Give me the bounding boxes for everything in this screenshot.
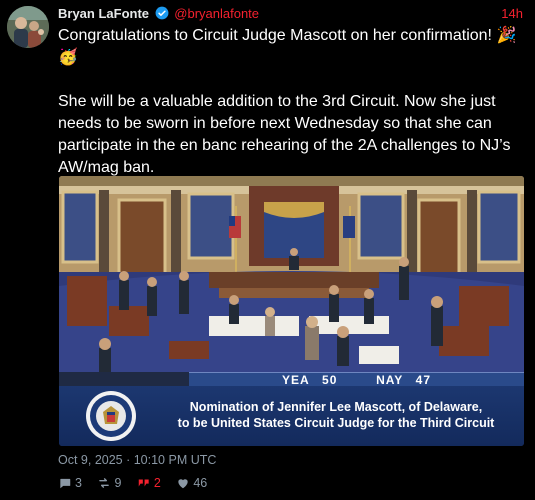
post-timestamp[interactable]: Oct 9, 2025 · 10:10 PM UTC — [58, 453, 216, 467]
avatar-photo — [7, 6, 49, 48]
author-name[interactable]: Bryan LaFonte — [58, 6, 149, 21]
post-text-line2: She will be a valuable addition to the 3… — [58, 93, 511, 176]
reply-button[interactable]: 3 — [58, 474, 82, 492]
quote-button[interactable]: 2 — [137, 474, 161, 492]
post-age[interactable]: 14h — [501, 5, 523, 23]
nomination-caption: Nomination of Jennifer Lee Mascott, of D… — [59, 386, 524, 446]
post-text-line1: Congratulations to Circuit Judge Mascott… — [58, 27, 517, 66]
quote-count: 2 — [153, 476, 161, 490]
post-text: Congratulations to Circuit Judge Mascott… — [58, 25, 526, 179]
senate-chamber-scene — [59, 176, 524, 372]
caption-line2: to be United States Circuit Judge for th… — [177, 416, 495, 430]
us-senate-seal-icon — [85, 390, 137, 442]
vote-tally: YEA 50 NAY 47 — [189, 372, 524, 387]
reply-icon — [60, 478, 71, 489]
caption-line1: Nomination of Jennifer Lee Mascott, of D… — [189, 400, 483, 414]
avatar[interactable] — [7, 6, 49, 48]
repost-button[interactable]: 9 — [97, 474, 121, 492]
like-button[interactable]: 46 — [176, 474, 207, 492]
like-count: 46 — [193, 476, 208, 490]
heart-icon — [178, 479, 188, 489]
yea-label: YEA — [281, 373, 310, 387]
media-image[interactable]: YEA 50 NAY 47 Nomination of Jennifer Lee… — [59, 176, 524, 446]
quote-icon — [138, 479, 149, 487]
post-header: Bryan LaFonte @bryanlafonte 14h — [58, 5, 523, 23]
verified-badge-icon — [155, 6, 169, 20]
vote-lower-third: YEA 50 NAY 47 Nomination of Jennifer Lee… — [59, 372, 524, 446]
action-bar: 3 9 2 46 — [58, 474, 219, 492]
repost-icon — [99, 478, 110, 488]
reply-count: 3 — [75, 476, 82, 490]
nay-count: 47 — [415, 373, 431, 387]
repost-count: 9 — [114, 476, 122, 490]
yea-count: 50 — [322, 373, 338, 387]
post: Bryan LaFonte @bryanlafonte 14h Congratu… — [0, 0, 535, 500]
nay-label: NAY — [376, 373, 404, 387]
author-handle[interactable]: @bryanlafonte — [174, 6, 259, 21]
